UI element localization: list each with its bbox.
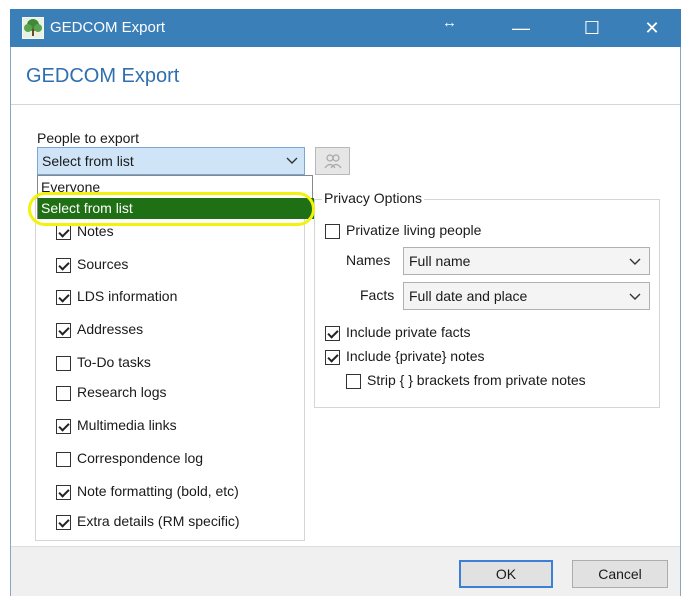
strip-brackets-checkbox[interactable] [346, 374, 361, 389]
include-checkbox-label: To-Do tasks [77, 354, 151, 370]
ok-button[interactable]: OK [459, 560, 553, 588]
people-icon [324, 154, 341, 169]
chevron-down-icon [629, 252, 641, 275]
include-checkbox[interactable] [56, 452, 71, 467]
strip-brackets-label: Strip { } brackets from private notes [367, 372, 586, 388]
include-private-notes-checkbox[interactable] [325, 350, 340, 365]
privacy-options-title: Privacy Options [322, 190, 425, 206]
include-private-facts-label: Include private facts [346, 324, 471, 340]
include-checkbox[interactable] [56, 485, 71, 500]
facts-select[interactable]: Full date and place [403, 282, 650, 310]
names-label: Names [346, 252, 391, 268]
include-checkbox-label: Note formatting (bold, etc) [77, 483, 239, 499]
include-checkbox[interactable] [56, 356, 71, 371]
privatize-living-checkbox[interactable] [325, 224, 340, 239]
tree-app-icon [21, 16, 45, 40]
include-checkbox[interactable] [56, 386, 71, 401]
names-select[interactable]: Full name [403, 247, 650, 275]
facts-select-value: Full date and place [409, 288, 528, 304]
include-checkbox-label: Extra details (RM specific) [77, 513, 240, 529]
minimize-button[interactable]: — [496, 9, 546, 47]
page-title: GEDCOM Export [26, 65, 180, 87]
people-to-export-select[interactable]: Select from list [37, 147, 305, 175]
privatize-living-label: Privatize living people [346, 222, 482, 238]
close-button[interactable]: ✕ [627, 9, 677, 47]
include-checkbox[interactable] [56, 225, 71, 240]
include-checkbox[interactable] [56, 419, 71, 434]
window-title: GEDCOM Export [50, 19, 166, 36]
highlight-annotation [28, 192, 315, 226]
facts-label: Facts [360, 287, 395, 303]
resize-arrows-icon: ↔ [442, 14, 457, 31]
include-checkbox-label: Addresses [77, 321, 144, 337]
include-checkbox[interactable] [56, 323, 71, 338]
dialog-footer: OK Cancel [11, 546, 680, 596]
header-divider [11, 104, 680, 105]
include-checkbox[interactable] [56, 515, 71, 530]
include-checkbox-label: Sources [77, 256, 129, 272]
people-to-export-label: People to export [37, 130, 139, 146]
include-checkbox-label: Research logs [77, 384, 167, 400]
include-checkbox-label: Correspondence log [77, 450, 204, 466]
chevron-down-icon [629, 287, 641, 310]
maximize-button[interactable]: ☐ [567, 9, 617, 47]
chevron-down-icon [286, 151, 298, 174]
include-checkbox-label: Multimedia links [77, 417, 177, 433]
include-checkbox[interactable] [56, 290, 71, 305]
select-people-button[interactable] [315, 147, 350, 175]
include-private-facts-checkbox[interactable] [325, 326, 340, 341]
include-private-notes-label: Include {private} notes [346, 348, 485, 364]
cancel-button[interactable]: Cancel [572, 560, 668, 588]
include-checkbox-label: LDS information [77, 288, 178, 304]
title-bar[interactable]: GEDCOM Export ↔ — ☐ ✕ [10, 9, 681, 47]
names-select-value: Full name [409, 253, 471, 269]
people-select-value: Select from list [42, 153, 134, 169]
include-checkbox[interactable] [56, 258, 71, 273]
